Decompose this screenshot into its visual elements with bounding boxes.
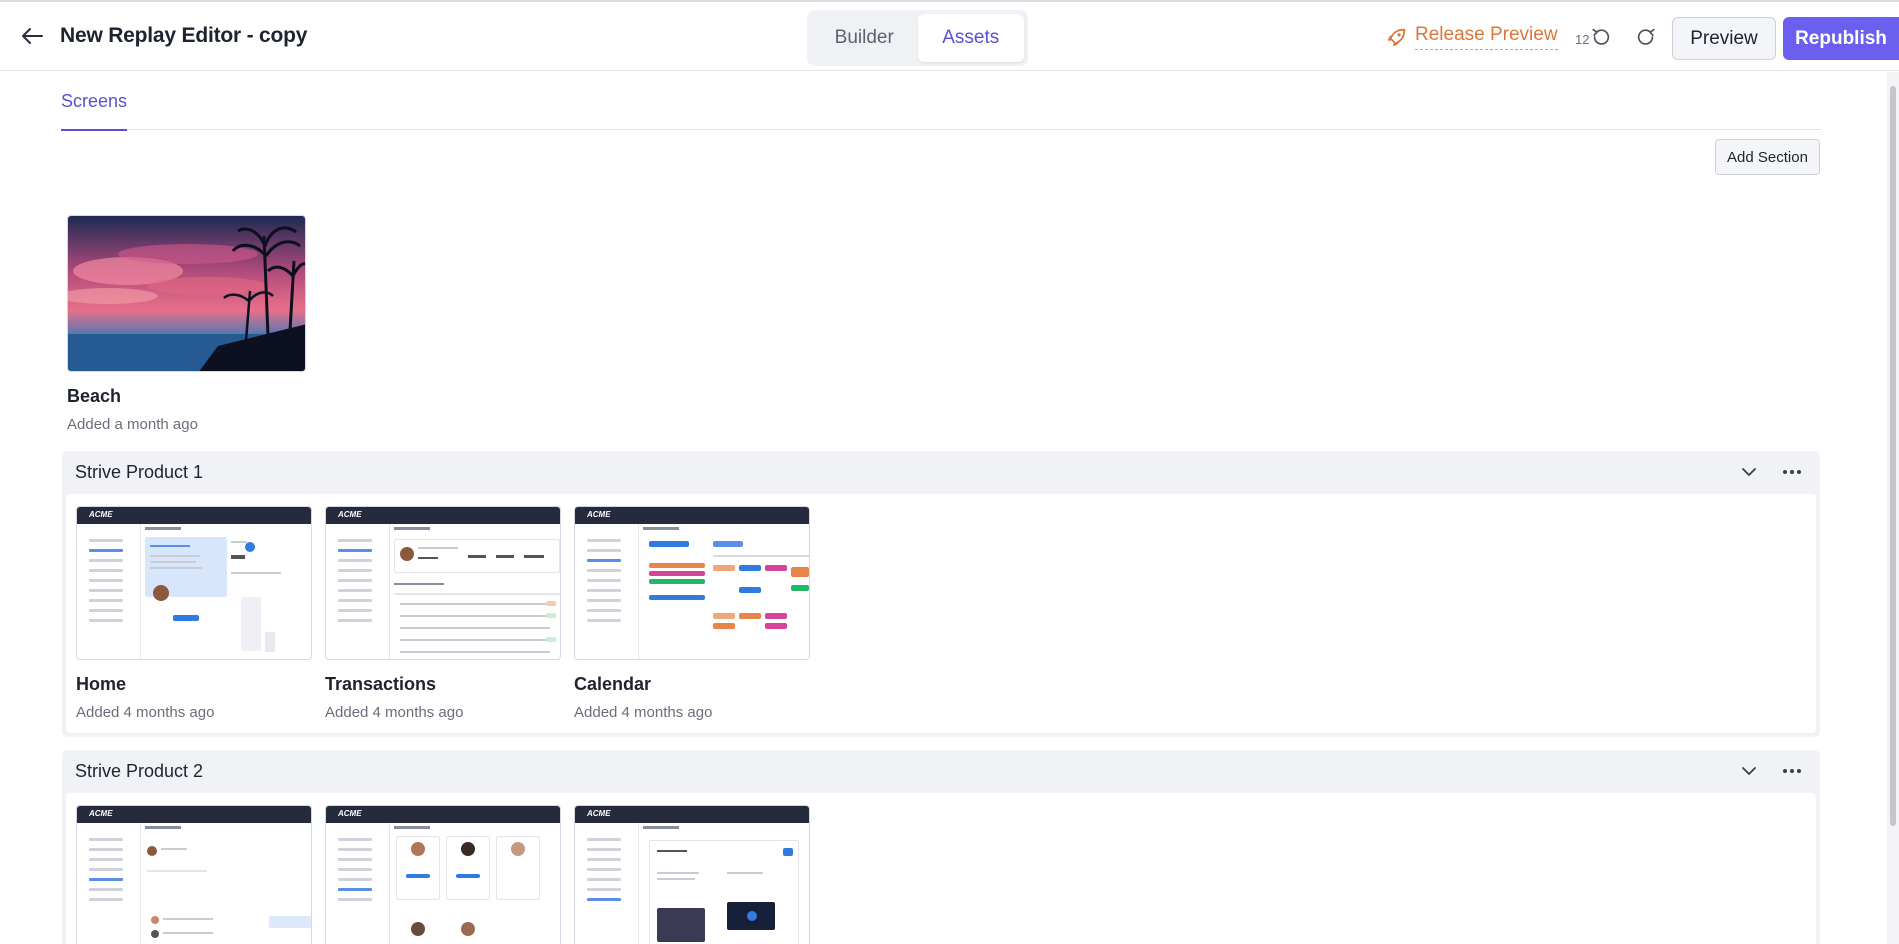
section-strive-product-1: Strive Product 1 ACME Home Added 4 month… (62, 451, 1820, 737)
section-header: Strive Product 1 (62, 451, 1820, 493)
preview-button[interactable]: Preview (1672, 17, 1776, 60)
acme-logo: ACME (338, 809, 362, 818)
undo-button[interactable]: 12 (1575, 26, 1612, 48)
chevron-down-icon[interactable] (1738, 760, 1760, 782)
rocket-icon (1387, 28, 1406, 46)
screen-card-team[interactable]: ACME (325, 805, 561, 944)
screen-card-transactions[interactable]: ACME Transactions Added 4 months ago (325, 506, 561, 721)
screen-added-date: Added 4 months ago (574, 704, 713, 721)
arrow-left-icon (22, 28, 43, 44)
screen-added-date: Added 4 months ago (325, 704, 464, 721)
acme-logo: ACME (89, 510, 113, 519)
chevron-down-icon[interactable] (1738, 461, 1760, 483)
screen-name: Transactions (325, 674, 437, 694)
redo-button[interactable] (1635, 26, 1657, 48)
tab-builder[interactable]: Builder (811, 14, 918, 62)
screen-thumbnail: ACME (76, 506, 312, 660)
screen-thumbnail: ACME (325, 805, 561, 944)
republish-button[interactable]: Republish (1783, 17, 1899, 60)
screen-name: Calendar (574, 674, 652, 694)
screen-card-chat[interactable]: ACME (76, 805, 312, 944)
undo-icon (1592, 28, 1610, 45)
scrollbar[interactable] (1887, 72, 1899, 944)
redo-icon (1637, 28, 1655, 45)
more-options-icon[interactable] (1780, 461, 1804, 483)
add-section-button[interactable]: Add Section (1715, 139, 1820, 175)
screen-thumbnail: ACME (574, 506, 810, 660)
screen-card-resources[interactable]: ACME (574, 805, 810, 944)
screen-card-beach[interactable]: Beach Added a month ago (67, 215, 306, 433)
section-body: ACME ACME ACME (66, 793, 1816, 944)
section-body: ACME Home Added 4 months ago ACME Transa… (66, 494, 1816, 733)
beach-sunset-image (67, 215, 306, 372)
screen-added-date: Added 4 months ago (76, 704, 215, 721)
section-title: Strive Product 2 (75, 761, 204, 781)
screen-added-date: Added a month ago (67, 416, 198, 433)
release-preview-link[interactable]: Release Preview (1386, 24, 1558, 50)
section-title: Strive Product 1 (75, 462, 204, 482)
assets-page: New Replay Editor - copy Builder Assets … (0, 0, 1899, 944)
back-button[interactable] (18, 22, 46, 50)
screen-thumbnail: ACME (325, 506, 561, 660)
screen-card-home[interactable]: ACME Home Added 4 months ago (76, 506, 312, 721)
tab-assets[interactable]: Assets (917, 14, 1024, 62)
undo-count: 12 (1575, 31, 1590, 47)
asset-tabs: Screens (61, 88, 1821, 131)
scrollbar-thumb[interactable] (1890, 86, 1896, 826)
acme-logo: ACME (89, 809, 113, 818)
screen-name: Beach (67, 386, 122, 406)
screen-thumbnail: ACME (574, 805, 810, 944)
section-strive-product-2: Strive Product 2 ACME ACME ACME (62, 750, 1820, 944)
mode-switch: Builder Assets (807, 10, 1028, 66)
section-header: Strive Product 2 (62, 750, 1820, 792)
release-preview-label: Release Preview (1415, 24, 1558, 50)
tab-screens[interactable]: Screens (61, 88, 128, 131)
top-bar: New Replay Editor - copy Builder Assets … (0, 0, 1899, 71)
acme-logo: ACME (587, 809, 611, 818)
page-title: New Replay Editor - copy (60, 24, 308, 47)
acme-logo: ACME (587, 510, 611, 519)
acme-logo: ACME (338, 510, 362, 519)
more-options-icon[interactable] (1780, 760, 1804, 782)
screen-name: Home (76, 674, 127, 694)
screen-card-calendar[interactable]: ACME Calendar Added 4 months ago (574, 506, 810, 721)
screen-thumbnail: ACME (76, 805, 312, 944)
